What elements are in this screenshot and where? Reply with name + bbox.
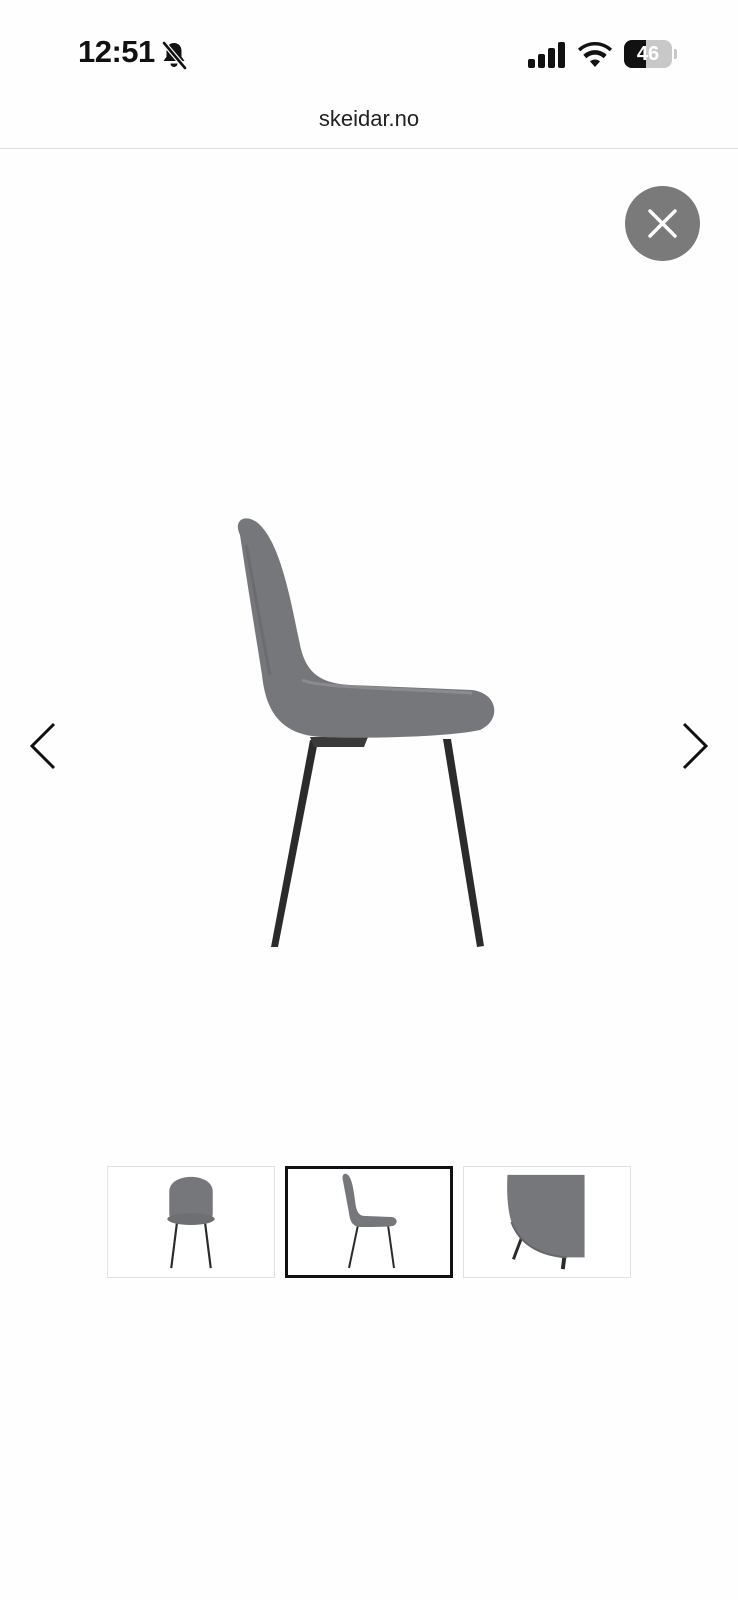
chair-detail-view-thumbnail [507, 1174, 585, 1270]
browser-url-bar[interactable]: skeidar.no [0, 100, 738, 149]
chair-side-view [237, 518, 495, 947]
close-icon [648, 209, 677, 238]
chevron-left-icon[interactable] [24, 718, 64, 774]
cellular-signal-icon [528, 42, 565, 68]
status-bar: 12:51 46 [0, 0, 738, 100]
bell-slash-icon [162, 41, 187, 70]
close-gallery-button[interactable] [625, 186, 700, 261]
chair-front-view-thumbnail [167, 1176, 215, 1269]
status-time: 12:51 [78, 34, 155, 69]
thumbnail-side-view[interactable] [285, 1166, 453, 1278]
product-image-main[interactable] [210, 515, 510, 970]
wifi-icon [578, 42, 612, 67]
battery-icon: 46 [624, 40, 677, 68]
chair-side-view-thumbnail [342, 1173, 397, 1269]
battery-nub [674, 49, 677, 59]
chevron-right-icon[interactable] [674, 718, 714, 774]
url-text[interactable]: skeidar.no [0, 106, 738, 132]
thumbnail-detail-view[interactable] [463, 1166, 631, 1278]
battery-level: 46 [636, 43, 660, 65]
battery-body: 46 [624, 40, 672, 68]
thumbnail-front-view[interactable] [107, 1166, 275, 1278]
